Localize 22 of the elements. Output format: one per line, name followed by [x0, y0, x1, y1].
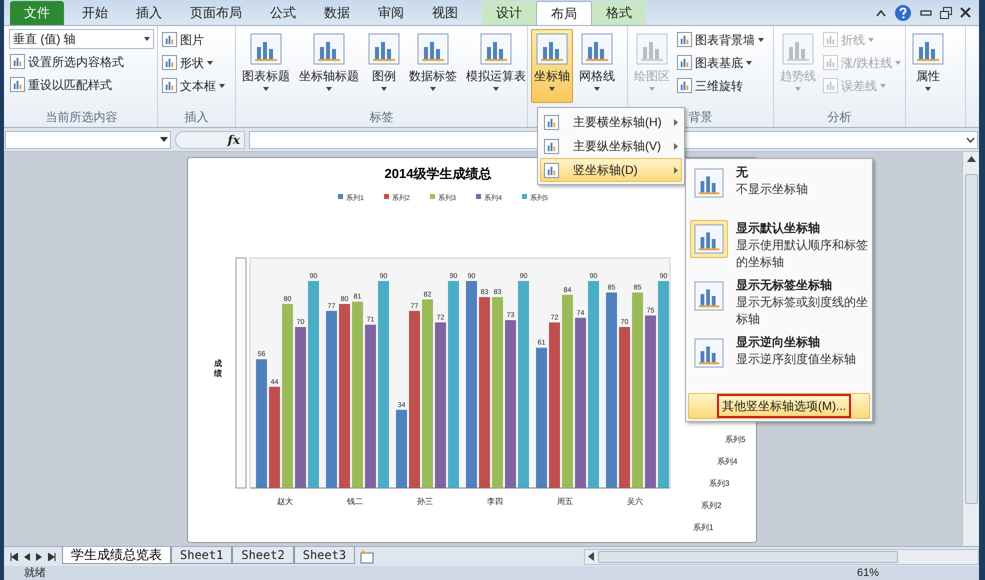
depth-axis-label: 系列5 [725, 435, 746, 444]
depth-axis-label: 系列2 [701, 501, 722, 510]
category-label: 孙三 [417, 497, 433, 506]
depth-axis-label: 系列1 [693, 523, 714, 532]
group-label: 背景 [688, 109, 712, 126]
depth-axis-label: 系列4 [717, 457, 738, 466]
status-text: 就绪 [24, 566, 46, 580]
category-label: 钱二 [347, 497, 363, 506]
dropdown-value: 垂直 (值) 轴 [13, 31, 76, 48]
chart-title: 2014级学生成绩总 [384, 166, 492, 181]
group-label: 当前所选内容 [46, 109, 118, 126]
group-label: 标签 [370, 109, 394, 126]
category-label: 周五 [557, 497, 573, 506]
category-label: 吴六 [627, 497, 643, 506]
depth-axis-label: 系列3 [709, 479, 730, 488]
axis-title: 成 [214, 359, 222, 368]
axis-title: 绩 [214, 369, 222, 378]
group-label: 插入 [184, 109, 208, 126]
category-label: 李四 [487, 497, 503, 506]
category-label: 赵大 [277, 497, 293, 506]
option-title: 无 [736, 164, 749, 181]
group-label: 分析 [828, 109, 852, 126]
